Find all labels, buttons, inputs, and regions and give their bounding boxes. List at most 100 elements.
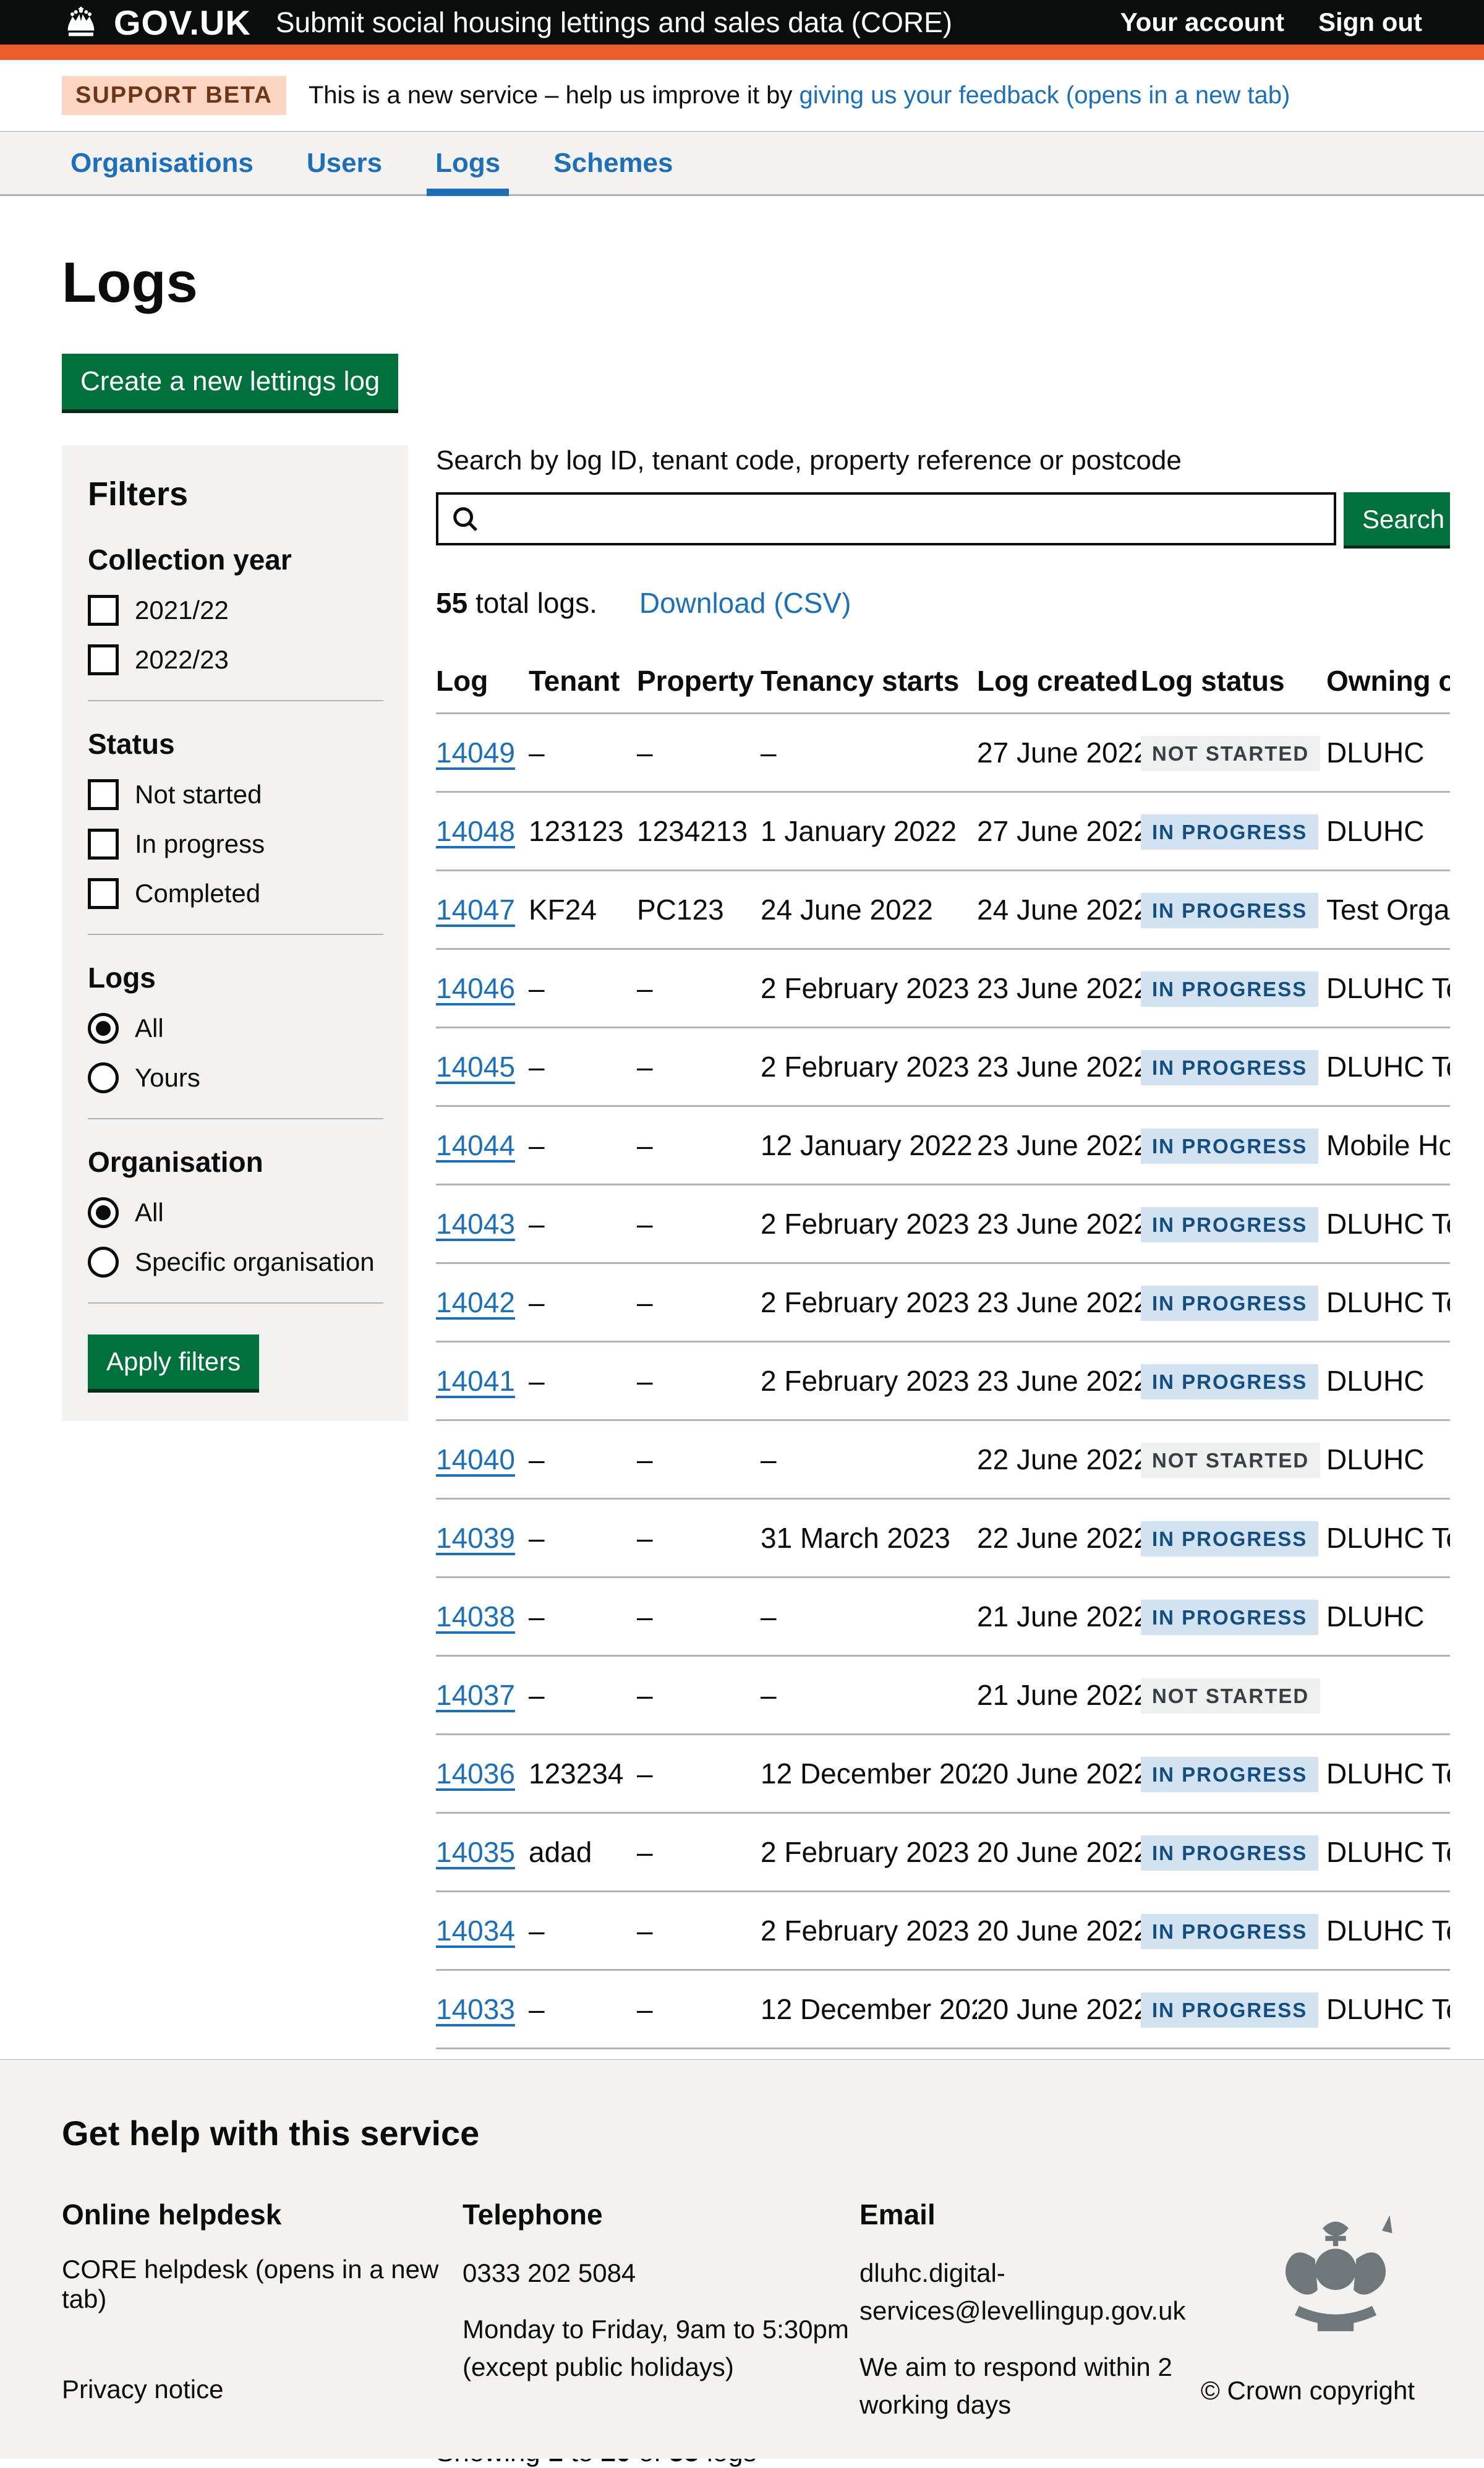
checkbox-2021-22-checkbox[interactable] — [88, 595, 119, 626]
checkbox-option-collection-year-2021-22[interactable]: 2021/22 — [88, 595, 383, 626]
radio-all-radio[interactable] — [88, 1013, 119, 1044]
log-link-14046[interactable]: 14046 — [436, 972, 515, 1004]
owning-organisation-cell: DLUHC Tes — [1326, 1892, 1450, 1970]
radio-yours-radio[interactable] — [88, 1062, 119, 1093]
log-created-cell: 22 June 2022 — [977, 1420, 1141, 1499]
table-row: 14049–––27 June 2022NOT STARTEDDLUHC — [436, 714, 1450, 792]
owning-organisation-cell: DLUHC — [1326, 1578, 1450, 1656]
filter-option-label: Completed — [135, 879, 260, 908]
property-cell: – — [637, 1420, 761, 1499]
privacy-notice-link[interactable]: Privacy notice — [62, 2375, 223, 2404]
log-link-14049[interactable]: 14049 — [436, 737, 515, 769]
radio-option-organisation-all[interactable]: All — [88, 1197, 383, 1228]
filters-title: Filters — [88, 475, 383, 513]
property-cell: – — [637, 1813, 761, 1892]
log-created-cell: 22 June 2022 — [977, 1499, 1141, 1578]
crown-copyright-link[interactable]: © Crown copyright — [1201, 2376, 1415, 2405]
log-created-cell: 23 June 2022 — [977, 949, 1141, 1028]
status-badge: NOT STARTED — [1141, 1443, 1320, 1478]
checkbox-not-started-checkbox[interactable] — [88, 779, 119, 810]
log-link-14044[interactable]: 14044 — [436, 1129, 515, 1161]
log-link-14036[interactable]: 14036 — [436, 1757, 515, 1790]
property-cell: – — [637, 714, 761, 792]
log-link-14040[interactable]: 14040 — [436, 1443, 515, 1475]
log-created-cell: 20 June 2022 — [977, 1892, 1141, 1970]
property-cell: – — [637, 1028, 761, 1106]
log-link-14039[interactable]: 14039 — [436, 1522, 515, 1554]
log-link-14045[interactable]: 14045 — [436, 1051, 515, 1083]
online-helpdesk-heading: Online helpdesk — [62, 2198, 463, 2231]
filter-option-label: All — [135, 1014, 164, 1043]
log-link-14035[interactable]: 14035 — [436, 1836, 515, 1868]
radio-specific-organisation-radio[interactable] — [88, 1247, 119, 1278]
log-link-14034[interactable]: 14034 — [436, 1915, 515, 1947]
status-badge: IN PROGRESS — [1141, 1129, 1318, 1164]
tenant-cell: – — [529, 714, 637, 792]
log-link-14033[interactable]: 14033 — [436, 1993, 515, 2025]
log-link-14043[interactable]: 14043 — [436, 1208, 515, 1240]
checkbox-option-status-in-progress[interactable]: In progress — [88, 829, 383, 860]
table-header-row: Log Tenant Property Tenancy starts Log c… — [436, 664, 1450, 714]
tenancy-starts-cell: 2 February 2023 — [761, 1892, 977, 1970]
checkbox-2022-23-checkbox[interactable] — [88, 644, 119, 675]
filter-heading-organisation: Organisation — [88, 1145, 383, 1179]
search-input[interactable] — [436, 492, 1336, 545]
property-cell: – — [637, 1656, 761, 1735]
nav-item-schemes[interactable]: Schemes — [545, 132, 681, 194]
apply-filters-button[interactable]: Apply filters — [88, 1334, 259, 1389]
checkbox-in-progress-checkbox[interactable] — [88, 829, 119, 860]
log-link-14041[interactable]: 14041 — [436, 1365, 515, 1397]
property-cell: PC123 — [637, 871, 761, 949]
log-link-14042[interactable]: 14042 — [436, 1286, 515, 1318]
checkbox-completed-checkbox[interactable] — [88, 878, 119, 909]
log-created-cell: 21 June 2022 — [977, 1578, 1141, 1656]
status-badge: IN PROGRESS — [1141, 1835, 1318, 1871]
email-link[interactable]: dluhc.digital-services@levellingup.gov.u… — [859, 2258, 1185, 2325]
nav-item-users[interactable]: Users — [298, 132, 391, 194]
nav-item-logs[interactable]: Logs — [427, 132, 509, 194]
log-link-14047[interactable]: 14047 — [436, 894, 515, 926]
table-row: 14045––2 February 202323 June 2022IN PRO… — [436, 1028, 1450, 1106]
log-link-14038[interactable]: 14038 — [436, 1600, 515, 1633]
nav-item-organisations[interactable]: Organisations — [62, 132, 262, 194]
table-row: 14034––2 February 202320 June 2022IN PRO… — [436, 1892, 1450, 1970]
tenant-cell: – — [529, 949, 637, 1028]
status-badge: IN PROGRESS — [1141, 814, 1318, 850]
telephone-hours: Monday to Friday, 9am to 5:30pm(except p… — [463, 2311, 859, 2386]
property-cell: – — [637, 1892, 761, 1970]
sign-out-link[interactable]: Sign out — [1318, 7, 1422, 37]
log-link-14048[interactable]: 14048 — [436, 815, 515, 847]
table-row: 1404812312312342131 January 202227 June … — [436, 792, 1450, 871]
core-helpdesk-link[interactable]: CORE helpdesk (opens in a new tab) — [62, 2255, 438, 2313]
radio-option-logs-all[interactable]: All — [88, 1013, 383, 1044]
your-account-link[interactable]: Your account — [1120, 7, 1284, 37]
search-button[interactable]: Search — [1344, 492, 1450, 545]
tenancy-starts-cell: 12 December 2021 — [761, 1970, 977, 2049]
royal-crest-icon — [1258, 2202, 1413, 2344]
tenancy-starts-cell: 2 February 2023 — [761, 1263, 977, 1342]
feedback-link[interactable]: giving us your feedback (opens in a new … — [800, 82, 1290, 109]
filter-divider — [88, 1118, 383, 1119]
col-header-log-created: Log created — [977, 664, 1141, 714]
log-created-cell: 20 June 2022 — [977, 1735, 1141, 1813]
radio-all-radio[interactable] — [88, 1197, 119, 1228]
status-badge: IN PROGRESS — [1141, 1914, 1318, 1949]
create-lettings-log-button[interactable]: Create a new lettings log — [62, 354, 398, 409]
property-cell: – — [637, 949, 761, 1028]
checkbox-option-status-not-started[interactable]: Not started — [88, 779, 383, 810]
service-name-link[interactable]: Submit social housing lettings and sales… — [276, 6, 952, 39]
radio-option-logs-yours[interactable]: Yours — [88, 1062, 383, 1093]
radio-option-organisation-specific-organisation[interactable]: Specific organisation — [88, 1247, 383, 1278]
tenancy-starts-cell: 1 January 2022 — [761, 792, 977, 871]
table-row: 14036123234–12 December 202120 June 2022… — [436, 1735, 1450, 1813]
checkbox-option-status-completed[interactable]: Completed — [88, 878, 383, 909]
filter-option-label: All — [135, 1198, 164, 1228]
log-created-cell: 20 June 2022 — [977, 1813, 1141, 1892]
log-link-14037[interactable]: 14037 — [436, 1679, 515, 1711]
tenant-cell: adad — [529, 1813, 637, 1892]
govuk-logo[interactable]: GOV.UK — [114, 2, 251, 43]
download-csv-link[interactable]: Download (CSV) — [639, 586, 851, 620]
col-header-owning-organisation: Owning organisation — [1326, 664, 1450, 714]
checkbox-option-collection-year-2022-23[interactable]: 2022/23 — [88, 644, 383, 675]
tenant-cell: – — [529, 1420, 637, 1499]
